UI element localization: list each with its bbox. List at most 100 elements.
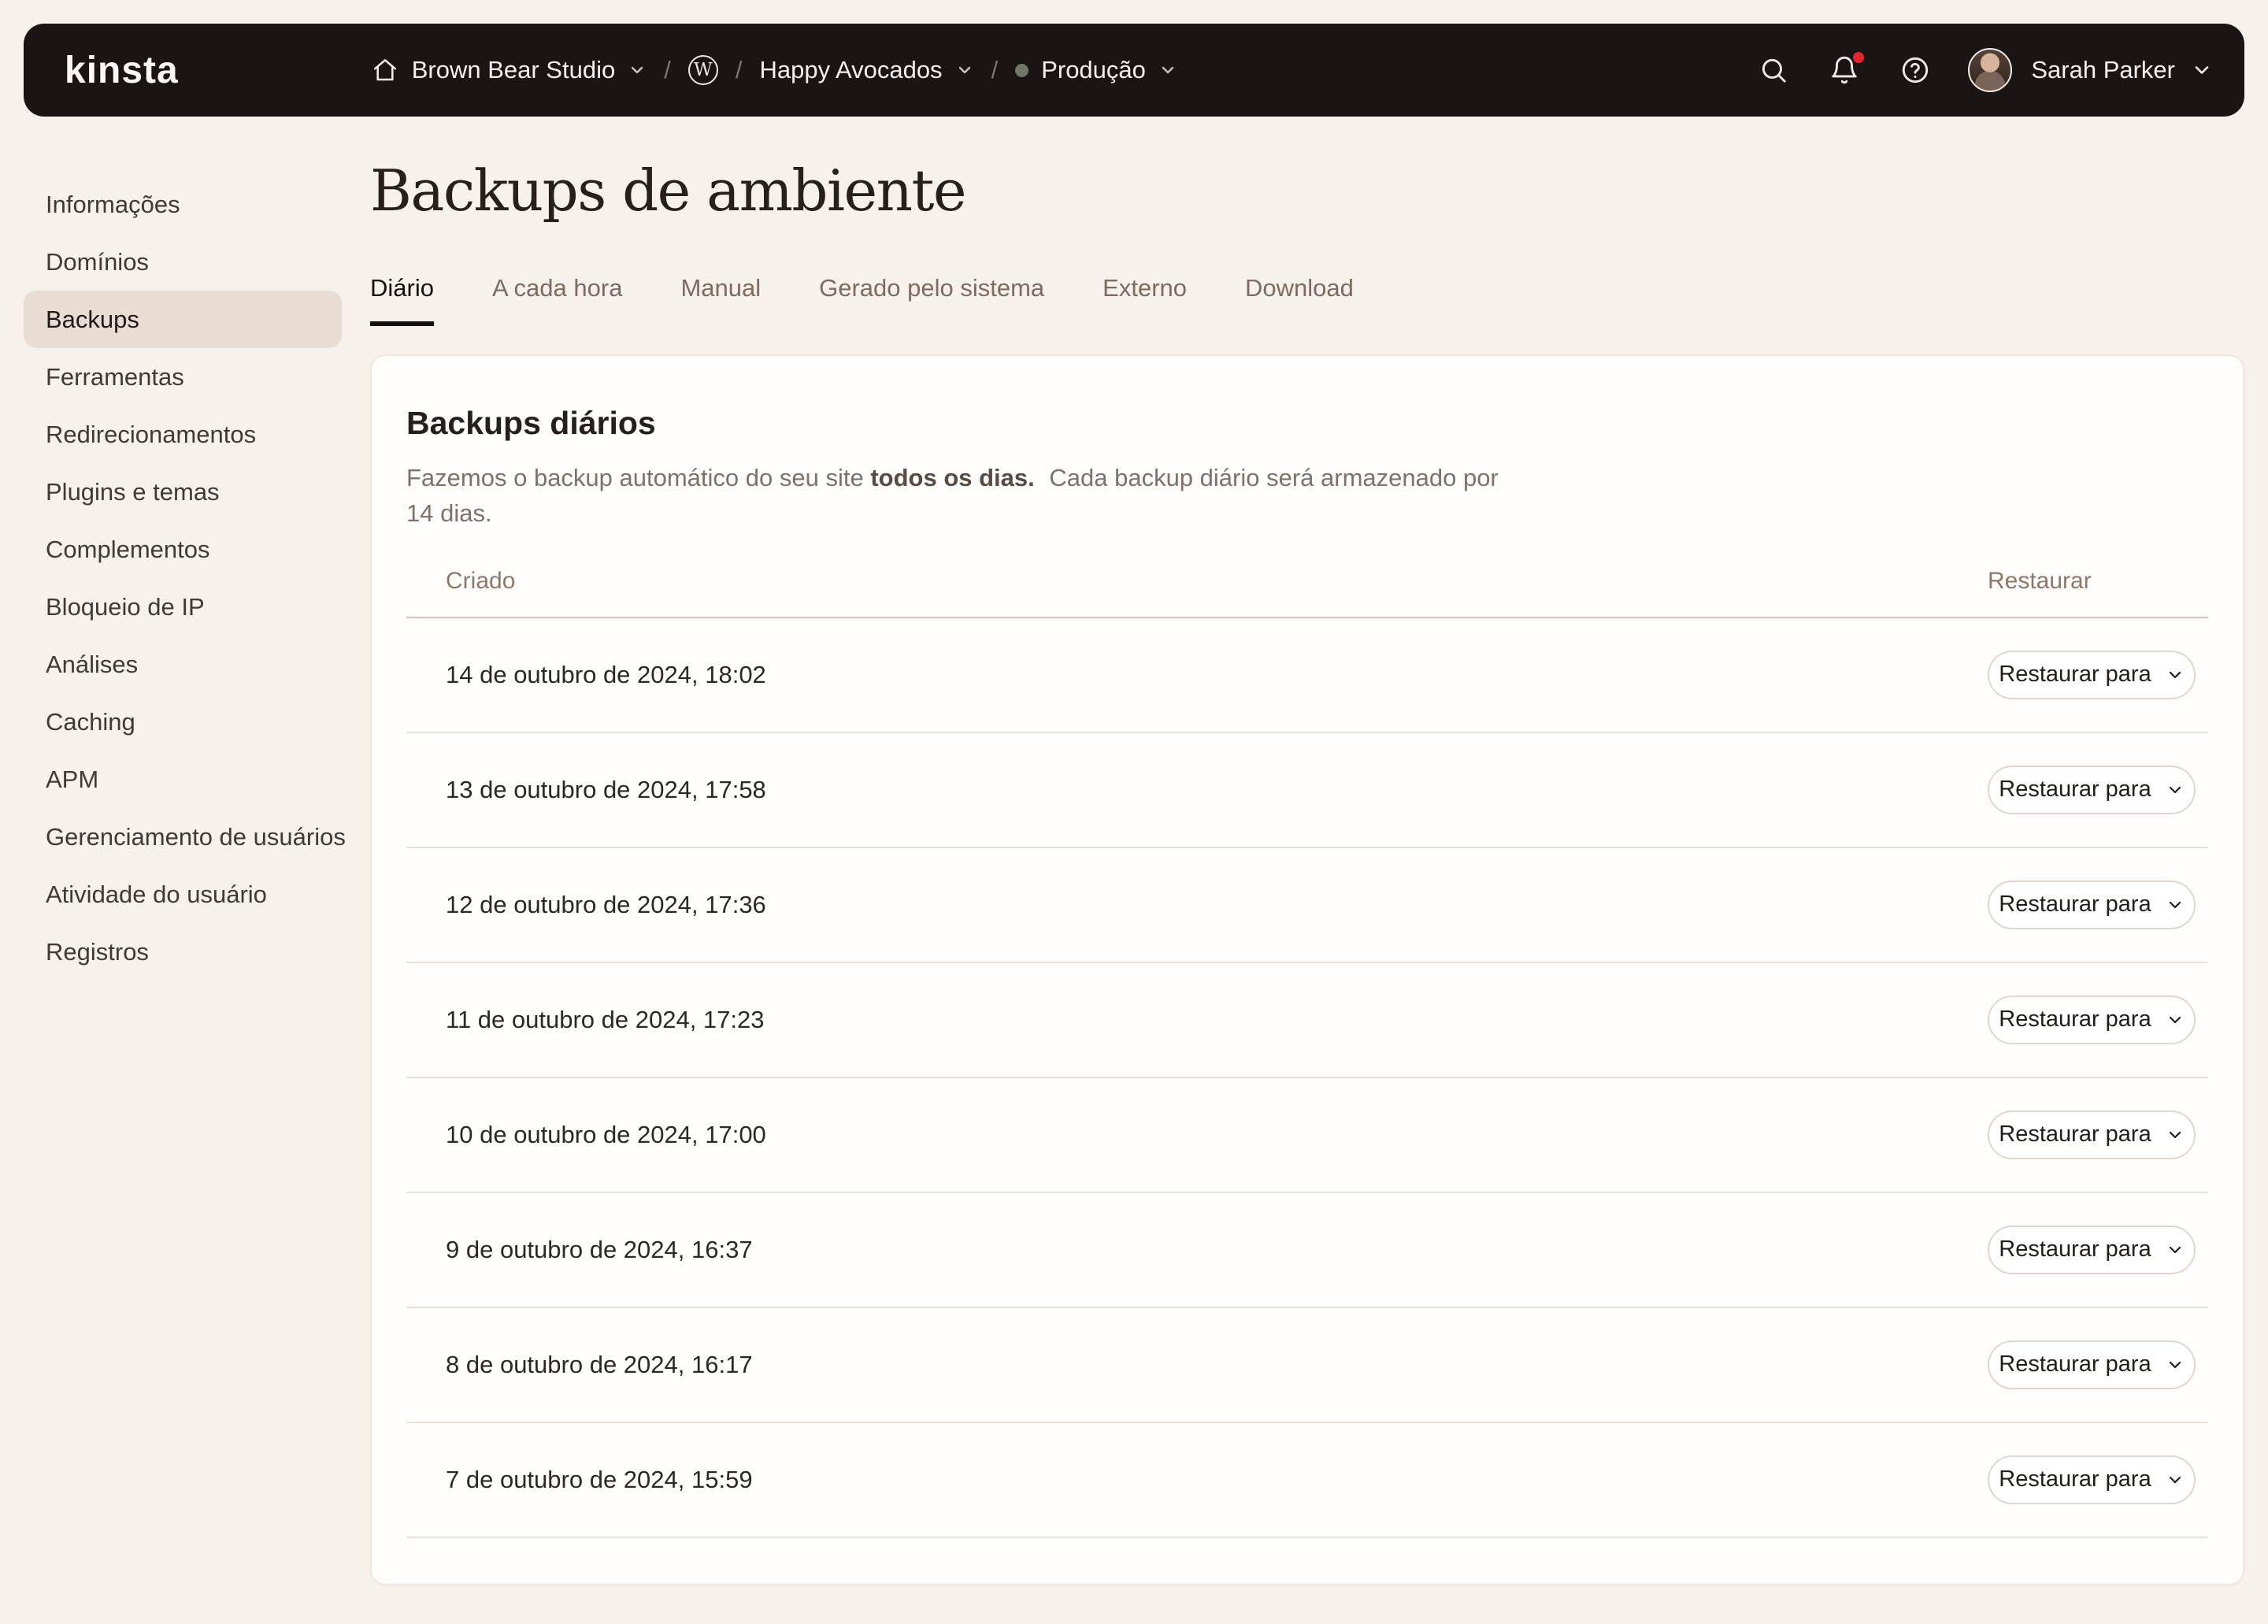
chevron-down-icon [1158,61,1177,80]
restore-button[interactable]: Restaurar para [1988,1340,2196,1389]
sidebar: Informações Domínios Backups Ferramentas Red… [0,117,354,981]
sidebar-item-bloqueio-de-ip[interactable]: Bloqueio de IP [0,578,354,636]
sidebar-item-apm[interactable]: APM [0,751,354,808]
tab-manual[interactable]: Manual [680,274,761,326]
sidebar-item-label: Registros [46,938,149,966]
topbar-actions: Sarah Parker [1718,48,2213,92]
home-icon [371,56,399,84]
table-header: Criado Restaurar [406,568,2208,618]
restore-button[interactable]: Restaurar para [1988,651,2196,699]
table-row: 8 de outubro de 2024, 16:17 Restaurar pa… [406,1308,2208,1423]
tab-download[interactable]: Download [1245,274,1354,326]
card-description: Fazemos o backup automático do seu site … [406,461,1525,532]
breadcrumb-separator: / [736,56,743,84]
user-name: Sarah Parker [2031,56,2175,84]
sidebar-item-complementos[interactable]: Complementos [0,521,354,578]
tab-gerado-pelo-sistema[interactable]: Gerado pelo sistema [819,274,1044,326]
restore-button-label: Restaurar para [1999,892,2151,918]
avatar[interactable] [1968,48,2012,92]
chevron-down-icon [2166,780,2185,799]
restore-button[interactable]: Restaurar para [1988,881,2196,929]
sidebar-item-label: APM [46,766,98,794]
breadcrumb-company[interactable]: Brown Bear Studio [371,56,647,84]
table-row: 11 de outubro de 2024, 17:23 Restaurar p… [406,963,2208,1078]
table-row: 13 de outubro de 2024, 17:58 Restaurar p… [406,733,2208,848]
sidebar-item-ferramentas[interactable]: Ferramentas [0,348,354,406]
bell-icon[interactable] [1829,55,1859,85]
sidebar-item-label: Plugins e temas [46,478,220,506]
sidebar-item-label: Análises [46,651,138,679]
restore-button-label: Restaurar para [1999,1122,2151,1148]
sidebar-item-plugins-e-temas[interactable]: Plugins e temas [0,463,354,521]
sidebar-item-dominios[interactable]: Domínios [0,233,354,291]
restore-button[interactable]: Restaurar para [1988,1455,2196,1504]
sidebar-item-gerenciamento-de-usuarios[interactable]: Gerenciamento de usuários [0,808,354,866]
sidebar-item-backups[interactable]: Backups [24,291,342,348]
card-description-prefix: Fazemos o backup automático do seu site [406,464,870,491]
main-content: Backups de ambiente Diário A cada hora Man… [354,117,2244,1585]
backup-created-date: 12 de outubro de 2024, 17:36 [406,891,1988,919]
tab-externo[interactable]: Externo [1102,274,1187,326]
breadcrumb-company-label: Brown Bear Studio [412,56,615,84]
restore-button[interactable]: Restaurar para [1988,996,2196,1044]
breadcrumb-site[interactable]: Happy Avocados [759,56,973,84]
restore-button[interactable]: Restaurar para [1988,766,2196,814]
sidebar-item-label: Ferramentas [46,363,184,391]
sidebar-item-label: Bloqueio de IP [46,593,205,621]
restore-button-label: Restaurar para [1999,1237,2151,1262]
chevron-down-icon [955,61,974,80]
backups-table-body: 14 de outubro de 2024, 18:02 Restaurar p… [406,618,2208,1538]
backup-created-date: 7 de outubro de 2024, 15:59 [406,1466,1988,1494]
wordpress-icon: W [688,55,718,85]
breadcrumb: Brown Bear Studio / W / Happy Avocados /… [371,55,1177,85]
chevron-down-icon[interactable] [2191,59,2213,81]
help-icon[interactable] [1900,55,1930,85]
top-bar: kinsta Brown Bear Studio / W / Happy Avo… [24,24,2244,117]
sidebar-item-atividade-do-usuario[interactable]: Atividade do usuário [0,866,354,923]
sidebar-item-redirecionamentos[interactable]: Redirecionamentos [0,406,354,463]
chevron-down-icon [2166,1240,2185,1259]
page-title: Backups de ambiente [370,158,2244,224]
sidebar-item-informacoes[interactable]: Informações [0,176,354,233]
breadcrumb-site-label: Happy Avocados [759,56,942,84]
chevron-down-icon [2166,895,2185,914]
sidebar-item-label: Backups [46,306,139,334]
table-row: 10 de outubro de 2024, 17:00 Restaurar p… [406,1078,2208,1193]
sidebar-item-label: Domínios [46,248,149,276]
restore-button[interactable]: Restaurar para [1988,1225,2196,1274]
sidebar-item-registros[interactable]: Registros [0,923,354,981]
restore-button[interactable]: Restaurar para [1988,1110,2196,1159]
backups-card: Backups diários Fazemos o backup automát… [370,354,2244,1585]
sidebar-item-label: Informações [46,191,180,219]
chevron-down-icon [2166,1125,2185,1144]
sidebar-item-label: Atividade do usuário [46,881,267,909]
column-header-restore: Restaurar [1988,568,2196,595]
column-header-created: Criado [406,568,1988,595]
chevron-down-icon [2166,1470,2185,1489]
chevron-down-icon [628,61,647,80]
tab-a-cada-hora[interactable]: A cada hora [492,274,622,326]
chevron-down-icon [2166,1010,2185,1029]
kinsta-logo[interactable]: kinsta [65,49,179,92]
backup-created-date: 9 de outubro de 2024, 16:37 [406,1236,1988,1264]
card-heading: Backups diários [406,356,2208,442]
breadcrumb-separator: / [664,56,671,84]
backup-created-date: 14 de outubro de 2024, 18:02 [406,661,1988,689]
tab-bar: Diário A cada hora Manual Gerado pelo siste… [370,274,2244,326]
table-row: 7 de outubro de 2024, 15:59 Restaurar pa… [406,1423,2208,1538]
search-icon[interactable] [1758,55,1788,85]
restore-button-label: Restaurar para [1999,1466,2151,1492]
sidebar-item-label: Caching [46,708,135,736]
sidebar-item-caching[interactable]: Caching [0,693,354,751]
tab-diario[interactable]: Diário [370,274,434,326]
sidebar-item-label: Redirecionamentos [46,421,256,449]
notification-badge [1853,52,1864,63]
breadcrumb-environment[interactable]: Produção [1015,56,1177,84]
restore-button-label: Restaurar para [1999,777,2151,803]
sidebar-item-analises[interactable]: Análises [0,636,354,693]
table-row: 12 de outubro de 2024, 17:36 Restaurar p… [406,848,2208,963]
restore-button-label: Restaurar para [1999,662,2151,688]
backup-created-date: 11 de outubro de 2024, 17:23 [406,1006,1988,1034]
restore-button-label: Restaurar para [1999,1007,2151,1033]
chevron-down-icon [2166,1355,2185,1374]
